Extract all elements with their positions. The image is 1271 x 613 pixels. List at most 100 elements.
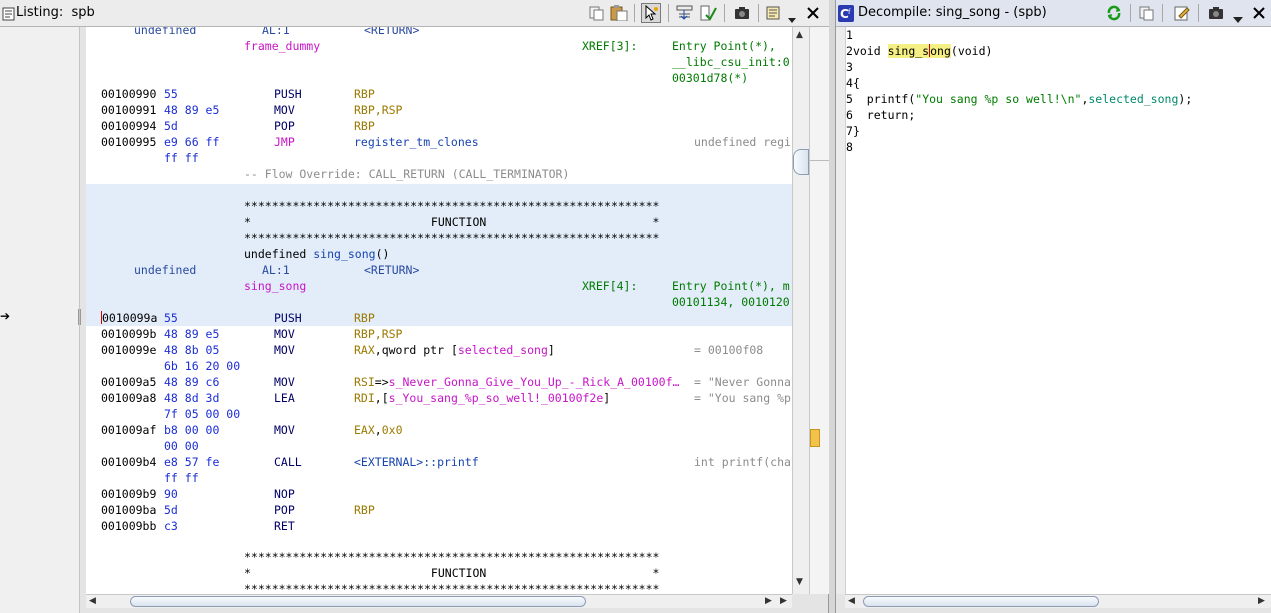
scroll-right-arrow-icon[interactable]: ▶ [765, 596, 772, 606]
scroll-thumb[interactable] [130, 596, 586, 607]
decompile-code-view[interactable]: 1 2 3 4 5 6 7 8 2void sing_song(void) 4{… [845, 27, 1271, 594]
instr-mnemonic[interactable]: MOV [274, 422, 295, 438]
edit-signature-icon[interactable] [1174, 5, 1190, 21]
instr-mnemonic[interactable]: MOV [274, 326, 295, 342]
listing-overview-bar[interactable] [809, 27, 829, 594]
paste-icon[interactable] [610, 5, 628, 22]
splitter-handle[interactable] [78, 309, 81, 325]
decompile-horizontal-scrollbar[interactable]: ◀ ▶ [845, 594, 1271, 608]
snapshot-icon[interactable] [734, 5, 750, 21]
instr-address[interactable]: 00100994 [101, 118, 156, 134]
instr-operands[interactable]: RBP [354, 502, 375, 518]
listing-code-view[interactable]: undefined AL:1 <RETURN> frame_dummy XREF… [86, 27, 792, 594]
instr-mnemonic[interactable]: NOP [274, 486, 295, 502]
instr-address[interactable]: 00100995 [101, 134, 156, 150]
listing-options-icon[interactable] [766, 5, 782, 21]
instr-address[interactable]: 001009ba [101, 502, 156, 518]
instr-operands[interactable]: RBP [354, 118, 375, 134]
scroll-right-arrow-icon[interactable]: ▶ [1258, 596, 1265, 606]
instr-mnemonic[interactable]: CALL [274, 454, 302, 470]
chevron-down-icon[interactable] [1233, 9, 1243, 23]
function-signature[interactable]: undefined sing_song() [244, 246, 389, 262]
scroll-thumb[interactable] [793, 149, 809, 175]
xref-value[interactable]: 00301d78(*) [672, 70, 748, 86]
instr-address[interactable]: 001009bb [101, 518, 156, 534]
overview-marker [810, 429, 820, 447]
function-banner: ****************************************… [244, 582, 660, 594]
function-banner: ****************************************… [244, 231, 660, 245]
navigate-down-icon[interactable] [676, 5, 693, 21]
listing-horizontal-scrollbar[interactable]: ◀ ▶ ▶ [86, 594, 792, 608]
instr-operands[interactable]: EAX,0x0 [354, 422, 403, 438]
code-line-printf[interactable]: 5 printf("You sang %p so well!\n",select… [846, 91, 1192, 107]
copy-icon[interactable] [1138, 5, 1154, 21]
instr-address[interactable]: 001009b4 [101, 454, 156, 470]
instr-address[interactable]: 0010099e [101, 342, 156, 358]
xref-value[interactable]: Entry Point(*), m [672, 278, 790, 294]
instr-mnemonic[interactable]: LEA [274, 390, 295, 406]
instr-comment: undefined regi [694, 135, 791, 149]
listing-vertical-scrollbar[interactable]: ▲ ▼ [792, 27, 809, 594]
instr-mnemonic[interactable]: PUSH [274, 86, 302, 102]
cursor-select-icon[interactable] [641, 3, 661, 23]
code-line-open-brace[interactable]: 4{ [846, 75, 860, 91]
instr-mnemonic[interactable]: JMP [274, 134, 295, 150]
diff-icon[interactable] [700, 5, 717, 21]
function-banner: * FUNCTION * [244, 215, 660, 229]
code-line-close-brace[interactable]: 7} [846, 123, 860, 139]
copy-icon[interactable] [588, 5, 604, 21]
instr-operands[interactable]: RSI=>s_Never_Gonna_Give_You_Up_-_Rick_A_… [354, 374, 679, 390]
instr-mnemonic[interactable]: POP [274, 502, 295, 518]
instr-operands[interactable]: RBP,RSP [354, 326, 402, 342]
instr-operands[interactable]: RBP,RSP [354, 102, 402, 118]
instr-operands[interactable]: RBP [354, 86, 375, 102]
function-name-highlight[interactable]: sing_song [887, 44, 951, 58]
instr-mnemonic[interactable]: POP [274, 118, 295, 134]
instr-operands[interactable]: <EXTERNAL>::printf [354, 454, 479, 470]
listing-title: Listing: spb [16, 5, 95, 20]
xref-value[interactable]: 00101134, 0010120 [672, 294, 790, 310]
instr-bytes: b8 00 00 [164, 423, 220, 437]
scroll-up-arrow-icon[interactable]: ▲ [796, 30, 803, 40]
refresh-icon[interactable] [1106, 5, 1122, 21]
instr-operands[interactable]: RBP [354, 310, 375, 326]
label-frame-dummy[interactable]: frame_dummy [244, 38, 320, 54]
chevron-down-icon[interactable] [788, 9, 796, 23]
instr-address[interactable]: 001009a5 [101, 374, 156, 390]
instr-address[interactable]: 001009b9 [101, 486, 156, 502]
instr-bytes: ff ff [164, 471, 199, 485]
instr-address[interactable]: 001009a8 [101, 390, 156, 406]
close-icon[interactable] [1252, 5, 1268, 21]
instr-mnemonic[interactable]: MOV [274, 342, 295, 358]
instr-address[interactable]: 0010099a [101, 310, 157, 326]
instr-mnemonic[interactable]: MOV [274, 102, 295, 118]
instr-mnemonic[interactable]: PUSH [274, 310, 302, 326]
instr-operands[interactable]: RDI,[s_You_sang_%p_so_well!_00100f2e] [354, 390, 610, 406]
scroll-left-arrow-icon[interactable]: ◀ [848, 596, 855, 606]
scroll-down-arrow-icon[interactable]: ▼ [796, 577, 803, 587]
scroll-thumb[interactable] [863, 596, 1099, 607]
svg-text:f: f [848, 8, 851, 16]
scroll-left-arrow-icon[interactable]: ◀ [89, 596, 96, 606]
line-number: 8 [846, 140, 853, 154]
instr-address[interactable]: 00100991 [101, 102, 156, 118]
instr-bytes: 5d [164, 503, 178, 517]
xref-value[interactable]: __libc_csu_init:0 [672, 54, 790, 70]
code-line-return[interactable]: 6 return; [846, 107, 915, 123]
label-sing-song[interactable]: sing_song [244, 278, 306, 294]
snapshot-icon[interactable] [1208, 5, 1224, 21]
instr-operands[interactable]: register_tm_clones [354, 134, 479, 150]
close-icon[interactable] [806, 5, 822, 21]
instr-bytes: 55 [164, 87, 178, 101]
scroll-right-arrow-icon[interactable]: ▶ [780, 596, 787, 606]
instr-bytes: 48 8b 05 [164, 343, 220, 357]
instr-address[interactable]: 00100990 [101, 86, 156, 102]
decompile-title: Decompile: sing_song - (spb) [858, 5, 1047, 20]
instr-address[interactable]: 0010099b [101, 326, 156, 342]
instr-mnemonic[interactable]: RET [274, 518, 295, 534]
xref-value[interactable]: Entry Point(*), [672, 38, 776, 54]
instr-operands[interactable]: RAX,qword ptr [selected_song] [354, 342, 555, 358]
code-line-signature[interactable]: 2void sing_song(void) [846, 43, 992, 59]
instr-address[interactable]: 001009af [101, 422, 156, 438]
instr-mnemonic[interactable]: MOV [274, 374, 295, 390]
